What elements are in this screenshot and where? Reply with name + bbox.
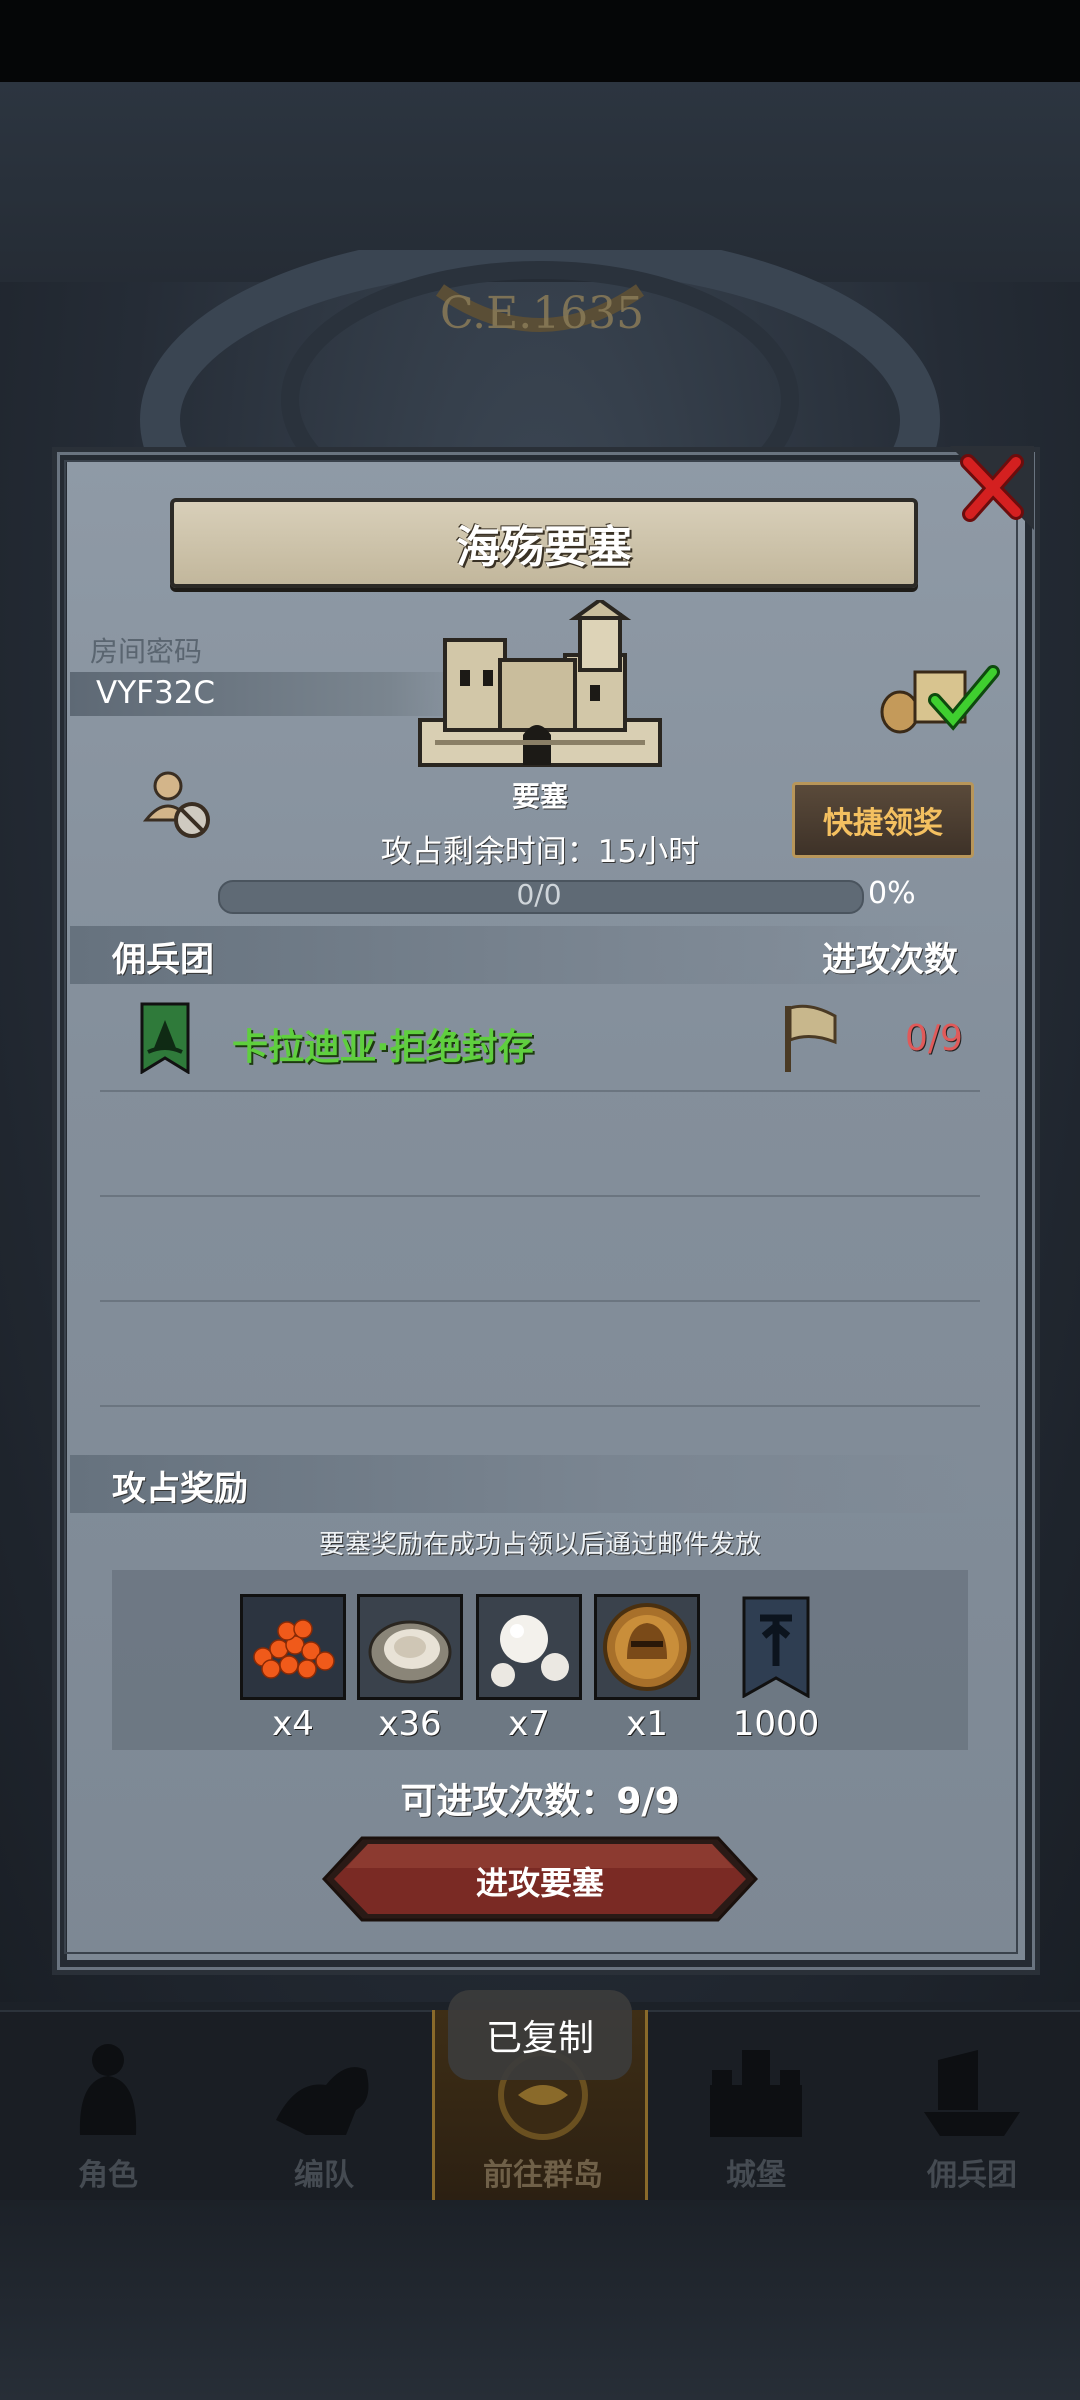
copied-toast: 已复制 (448, 1990, 632, 2080)
reward-count: x4 (272, 1704, 314, 1744)
oyster-icon[interactable] (357, 1594, 463, 1700)
reward-count: x36 (378, 1704, 442, 1744)
row-divider (100, 1195, 980, 1197)
nav-label: 城堡 (726, 2158, 786, 2193)
bottom-background (0, 2200, 1080, 2400)
horseman-icon (276, 2067, 369, 2135)
guild-attempts: 0/9 (905, 1018, 963, 1059)
time-remaining: 攻占剩余时间：15小时 (380, 834, 700, 870)
ship-icon (924, 2050, 1020, 2136)
fortress-label: 要塞 (511, 780, 568, 813)
occupation-progress-percent: 0% (868, 876, 916, 911)
roe-icon[interactable] (240, 1594, 346, 1700)
nav-item-castle[interactable]: 城堡 (648, 2010, 864, 2200)
mercenary-header: 佣兵团 (112, 940, 214, 980)
dialog-title: 海殇要塞 (456, 522, 632, 573)
rewards-claimed-icon[interactable] (875, 660, 1000, 735)
attack-count-header: 进攻次数 (822, 940, 958, 980)
rewards-header: 攻占奖励 (112, 1469, 248, 1509)
room-code-label: 房间密码 (90, 635, 203, 668)
available-attacks: 可进攻次数：9/9 (400, 1781, 680, 1822)
room-code-value[interactable]: VYF32C (96, 675, 215, 711)
knight-icon (79, 2044, 137, 2135)
row-divider (100, 1300, 980, 1302)
guild-banner-icon[interactable] (742, 1596, 810, 1698)
nav-label: 前往群岛 (483, 2158, 603, 2193)
fortress-icon (418, 600, 662, 767)
nav-item-character[interactable]: 角色 (0, 2010, 216, 2200)
reward-count: x1 (626, 1704, 668, 1744)
rewards-note: 要塞奖励在成功占领以后通过邮件发放 (318, 1530, 761, 1560)
title-banner: 海殇要塞 (170, 498, 918, 588)
attack-fortress-label: 进攻要塞 (475, 1864, 604, 1902)
nav-label: 角色 (78, 2158, 138, 2193)
quick-claim-button[interactable]: 快捷领奖 (792, 782, 974, 858)
guild-flag-icon (140, 1002, 190, 1074)
helmet-medal-icon[interactable] (594, 1594, 700, 1700)
nav-label: 编队 (294, 2158, 354, 2193)
quick-claim-label: 快捷领奖 (823, 806, 943, 841)
nav-item-formation[interactable]: 编队 (216, 2010, 432, 2200)
guild-name[interactable]: 卡拉迪亚·拒绝封存 (232, 1018, 534, 1070)
row-divider (100, 1090, 980, 1092)
castle-icon (710, 2050, 802, 2137)
reward-count: 1000 (732, 1704, 820, 1744)
status-bar-area (0, 0, 1080, 82)
nav-item-mercenary[interactable]: 佣兵团 (864, 2010, 1080, 2200)
reward-count: x7 (508, 1704, 550, 1744)
attack-flag-icon (785, 1004, 837, 1072)
close-icon[interactable] (950, 446, 1034, 530)
era-label: C.E.1635 (440, 288, 645, 339)
person-restricted-icon[interactable] (142, 770, 214, 840)
calendar-emblem-decoration (140, 250, 940, 470)
occupation-progress-text: 0/0 (516, 878, 562, 911)
row-divider (100, 1405, 980, 1407)
pearl-icon[interactable] (476, 1594, 582, 1700)
nav-label: 佣兵团 (927, 2158, 1017, 2193)
